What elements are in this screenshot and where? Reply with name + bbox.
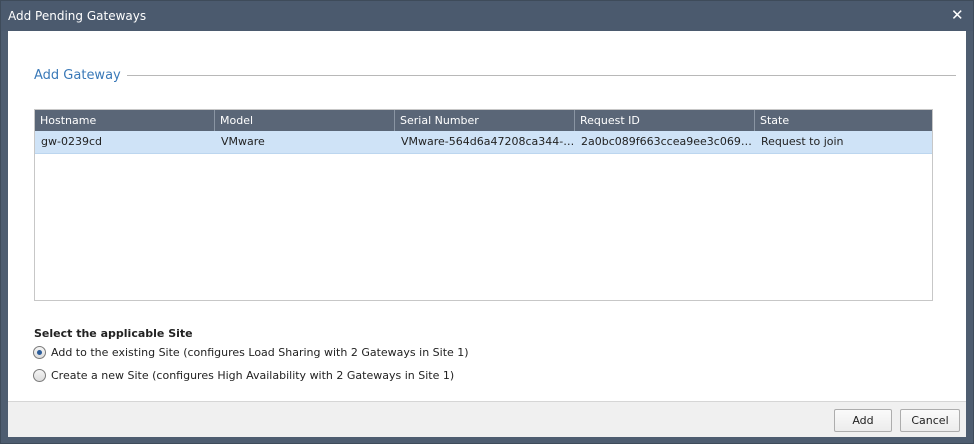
radio-button-unchecked[interactable] (33, 368, 46, 382)
cell-hostname: gw-0239cd (41, 135, 102, 148)
dialog-titlebar[interactable]: Add Pending Gateways ✕ (1, 1, 973, 31)
column-header-state[interactable]: State (755, 110, 932, 131)
group-title: Add Gateway (34, 68, 127, 83)
gateways-table: Hostname Model Serial Number Request ID … (34, 109, 933, 301)
radio-existing-site[interactable]: Add to the existing Site (configures Loa… (33, 344, 469, 360)
radio-existing-site-label: Add to the existing Site (configures Loa… (51, 345, 469, 359)
radio-new-site[interactable]: Create a new Site (configures High Avail… (33, 367, 454, 383)
dialog-content: Add Gateway Hostname Model Serial Number… (8, 31, 966, 401)
radio-button-checked[interactable] (33, 345, 46, 359)
column-header-serial-number[interactable]: Serial Number (395, 110, 575, 131)
cell-state: Request to join (761, 135, 844, 148)
group-divider (126, 75, 956, 76)
cancel-button[interactable]: Cancel (900, 409, 960, 432)
table-header: Hostname Model Serial Number Request ID … (35, 110, 932, 131)
dialog-title: Add Pending Gateways (8, 9, 147, 23)
table-row[interactable]: gw-0239cd VMware VMware-564d6a47208ca344… (35, 131, 932, 154)
column-header-model[interactable]: Model (215, 110, 395, 131)
cell-model: VMware (221, 135, 265, 148)
radio-new-site-label: Create a new Site (configures High Avail… (51, 368, 455, 382)
cell-serial-number: VMware-564d6a47208ca344-4f5... (401, 135, 575, 148)
site-selection-label: Select the applicable Site (34, 327, 193, 340)
add-button[interactable]: Add (834, 409, 892, 432)
add-pending-gateways-dialog: Add Pending Gateways ✕ Add Gateway Hostn… (0, 0, 974, 444)
close-icon[interactable]: ✕ (951, 7, 965, 23)
cell-request-id: 2a0bc089f663ccea9ee3c0693c01... (581, 135, 755, 148)
column-header-request-id[interactable]: Request ID (575, 110, 755, 131)
column-header-hostname[interactable]: Hostname (35, 110, 215, 131)
dialog-footer: Add Cancel (8, 401, 966, 437)
